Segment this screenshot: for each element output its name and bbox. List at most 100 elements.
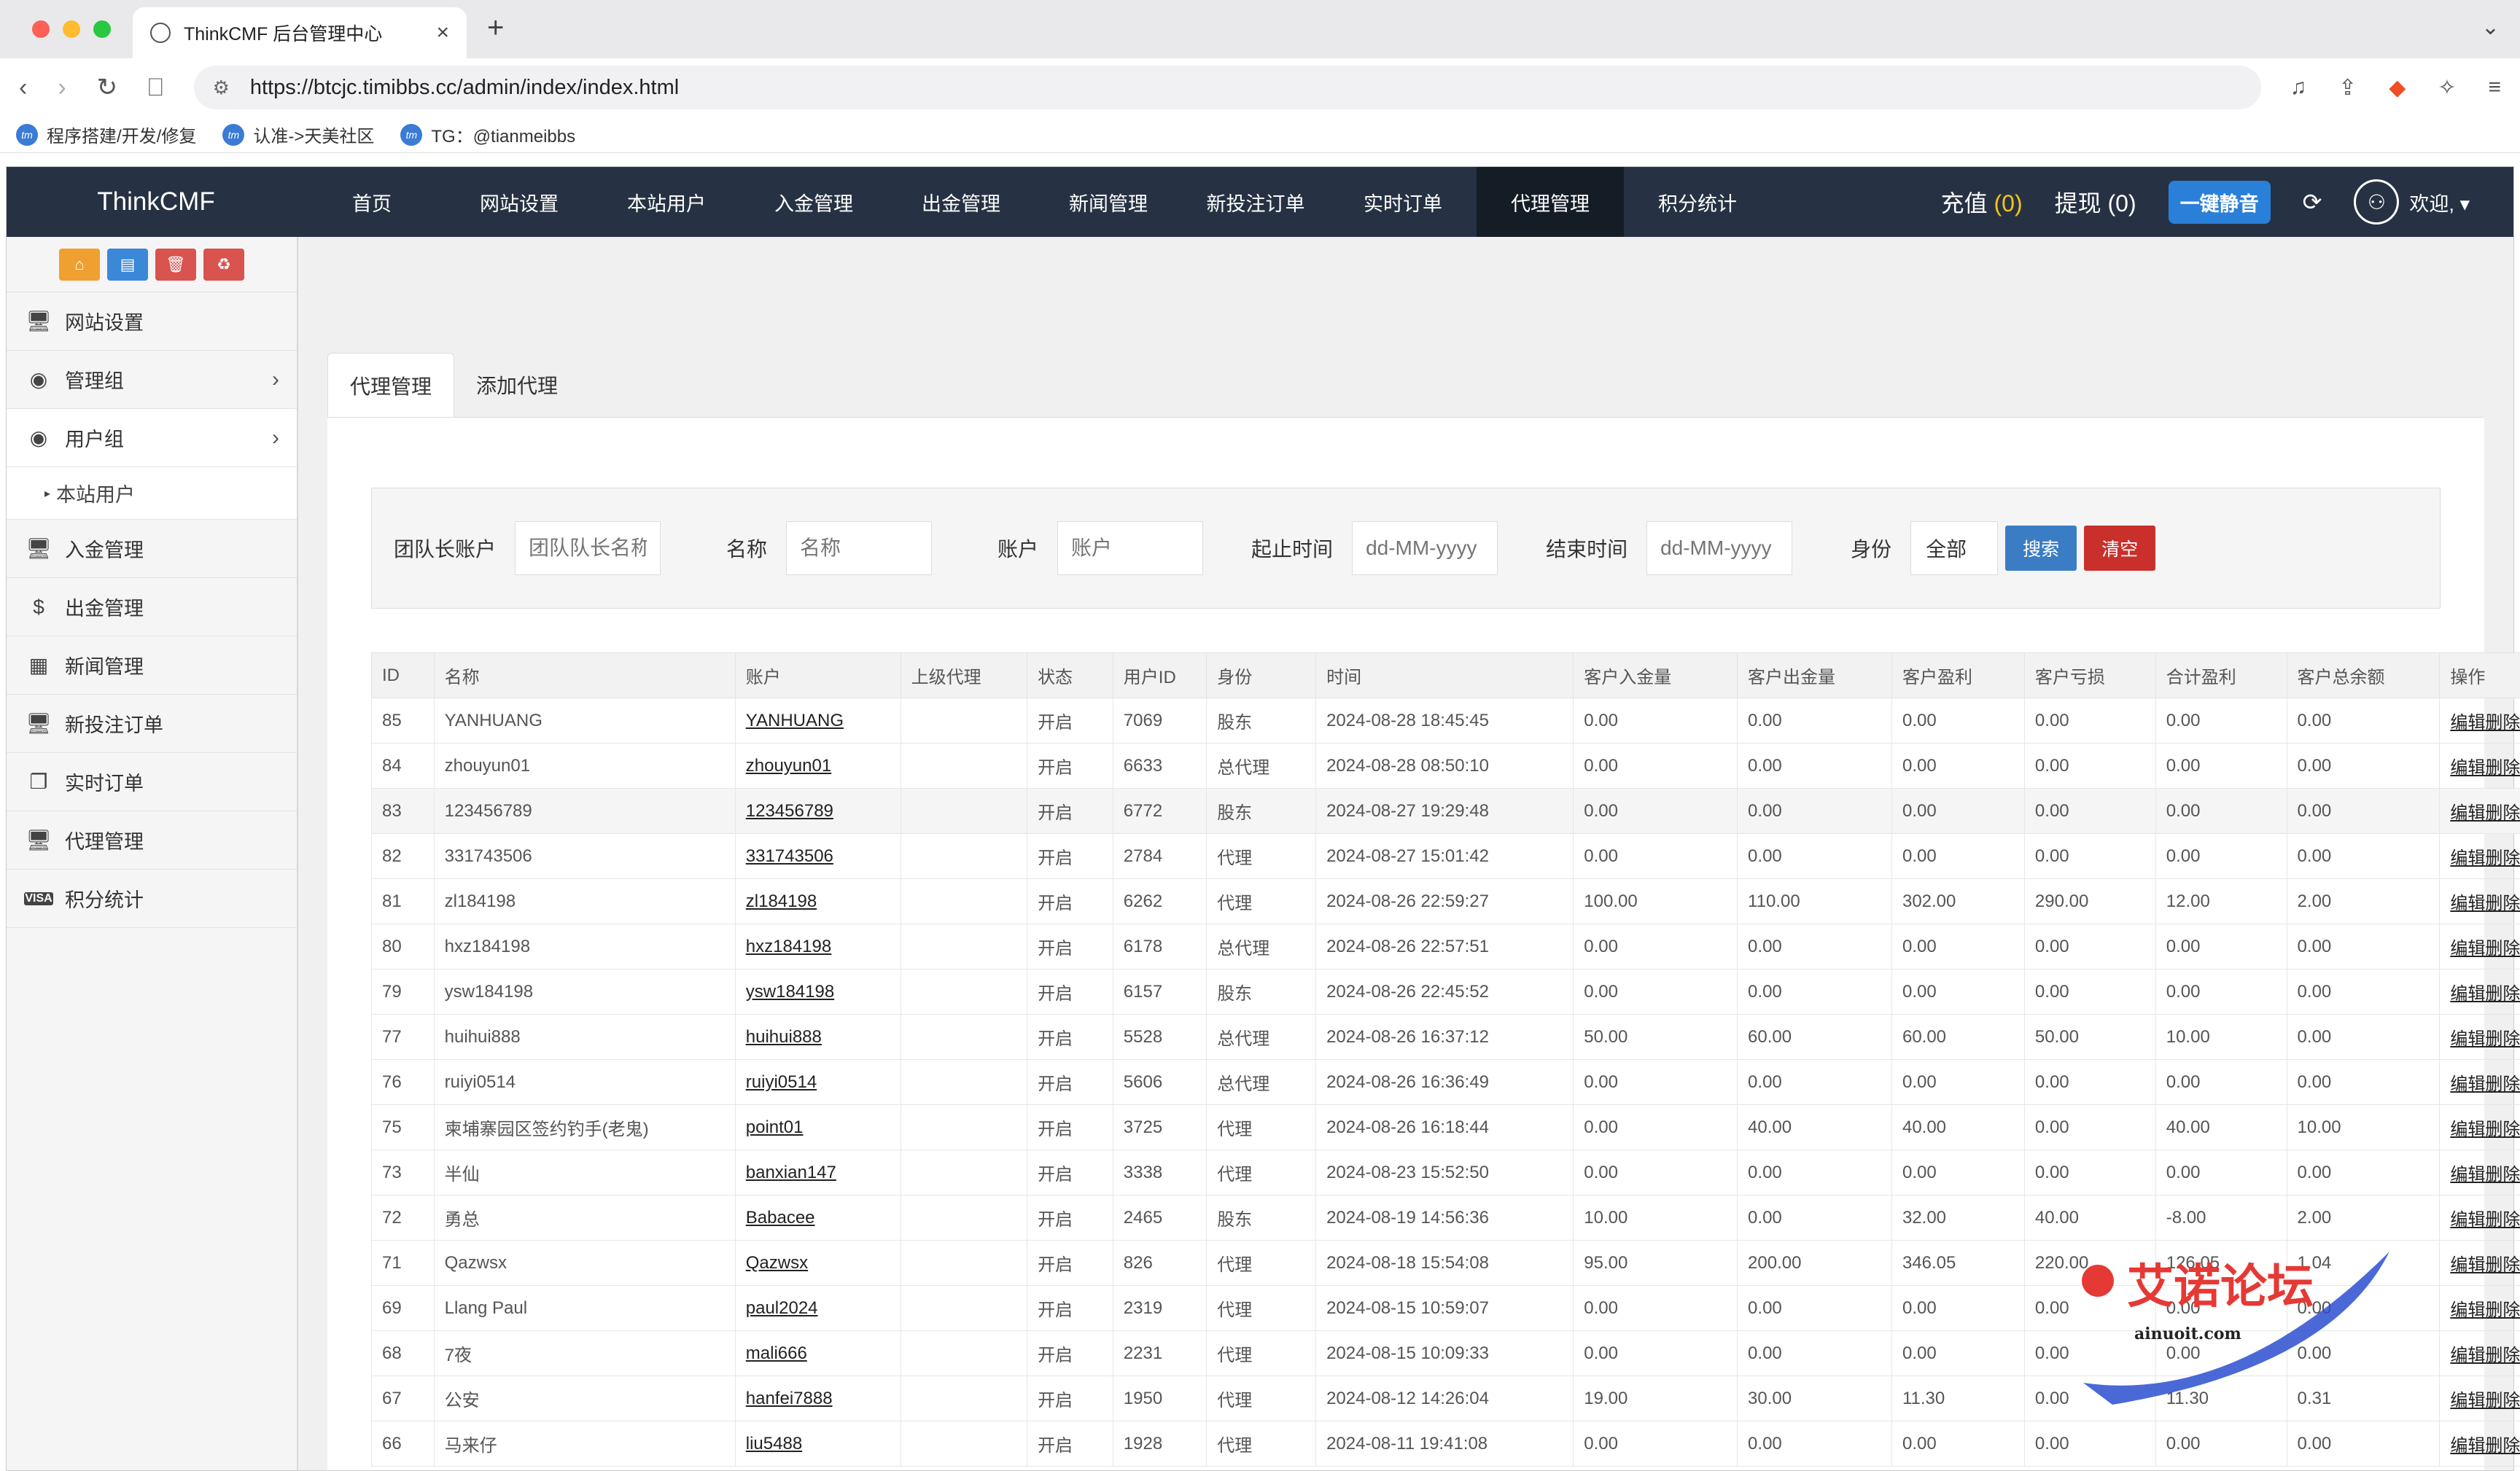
account-link[interactable]: zhouyun01 — [746, 756, 831, 776]
table-row[interactable]: 85 YANHUANG YANHUANG 开启 7069 股东 2024-08-28 18:… — [371, 698, 2520, 744]
table-row[interactable]: 83 123456789 123456789 开启 6772 股东 2024-08-27 1… — [371, 788, 2520, 834]
delete-link[interactable]: 删除 — [2485, 1165, 2520, 1185]
media-icon[interactable]: ♫ — [2290, 75, 2307, 101]
back-icon[interactable]: ‹ — [19, 74, 27, 102]
document-icon[interactable]: ▤ — [107, 248, 148, 281]
new-tab-icon[interactable]: + — [487, 12, 504, 44]
delete-link[interactable]: 删除 — [2485, 1346, 2520, 1365]
nav-item-withdraw[interactable]: 出金管理 — [887, 167, 1035, 237]
clear-button[interactable]: 清空 — [2084, 526, 2156, 571]
brave-shield-icon[interactable]: ◆ — [2389, 75, 2406, 101]
end-date-input[interactable] — [1646, 521, 1793, 575]
table-row[interactable]: 66 马来仔 liu5488 开启 1928 代理 2024-08-11 19:41:08 0… — [371, 1421, 2520, 1467]
account-link[interactable]: ysw184198 — [746, 982, 834, 1002]
edit-link[interactable]: 编辑 — [2450, 1436, 2485, 1456]
nav-item-deposit[interactable]: 入金管理 — [740, 167, 887, 237]
minimize-window-button[interactable] — [63, 20, 80, 38]
sidebar-item-user-group[interactable]: ◉ 用户组 › — [7, 409, 297, 467]
sidebar-item-live-orders[interactable]: ❐ 实时订单 — [7, 753, 297, 811]
close-window-button[interactable] — [32, 20, 50, 38]
avatar[interactable]: ⚇ — [2354, 179, 2400, 225]
home-icon[interactable]: ⌂ — [59, 248, 100, 281]
delete-link[interactable]: 删除 — [2485, 939, 2520, 959]
nav-item-users[interactable]: 本站用户 — [593, 167, 740, 237]
site-settings-icon[interactable]: ⚙ — [213, 77, 230, 99]
account-link[interactable]: 123456789 — [746, 801, 833, 821]
edit-link[interactable]: 编辑 — [2450, 939, 2485, 959]
delete-link[interactable]: 删除 — [2485, 1029, 2520, 1049]
table-row[interactable]: 84 zhouyun01 zhouyun01 开启 6633 总代理 2024-08-28 … — [371, 743, 2520, 789]
chevron-down-icon[interactable]: ⌄ — [2481, 15, 2500, 40]
delete-link[interactable]: 删除 — [2485, 1210, 2520, 1230]
account-link[interactable]: liu5488 — [746, 1434, 802, 1454]
delete-link[interactable]: 删除 — [2485, 1255, 2520, 1275]
account-link[interactable]: Qazwsx — [746, 1253, 808, 1273]
sidebar-item-deposit[interactable]: 🖥 入金管理 — [7, 520, 297, 578]
delete-link[interactable]: 删除 — [2485, 713, 2520, 733]
sidebar-item-admin-group[interactable]: ◉ 管理组 › — [7, 351, 297, 409]
withdraw-link[interactable]: 提现 (0) — [2055, 185, 2136, 219]
role-select[interactable]: 全部 — [1910, 521, 1999, 575]
start-date-input[interactable] — [1352, 521, 1498, 575]
edit-link[interactable]: 编辑 — [2450, 758, 2485, 778]
nav-item-home[interactable]: 首页 — [298, 167, 446, 237]
delete-link[interactable]: 删除 — [2485, 894, 2520, 913]
reload-icon[interactable]: ↻ — [97, 73, 118, 102]
delete-link[interactable]: 删除 — [2485, 803, 2520, 823]
sidebar-item-withdraw[interactable]: $ 出金管理 — [7, 578, 297, 636]
delete-link[interactable]: 删除 — [2485, 758, 2520, 778]
delete-link[interactable]: 删除 — [2485, 984, 2520, 1004]
edit-link[interactable]: 编辑 — [2450, 1391, 2485, 1410]
account-link[interactable]: YANHUANG — [746, 711, 844, 730]
account-link[interactable]: hanfei7888 — [746, 1389, 833, 1408]
recharge-link[interactable]: 充值 (0) — [1941, 185, 2023, 219]
nav-item-agents[interactable]: 代理管理 — [1477, 167, 1624, 237]
table-row[interactable]: 76 ruiyi0514 ruiyi0514 开启 5606 总代理 2024-08-26 … — [371, 1059, 2520, 1105]
mute-button[interactable]: 一键静音 — [2168, 180, 2271, 224]
account-link[interactable]: mali666 — [746, 1343, 807, 1363]
table-row[interactable]: 79 ysw184198 ysw184198 开启 6157 股东 2024-08-26 2… — [371, 969, 2520, 1015]
delete-link[interactable]: 删除 — [2485, 1074, 2520, 1094]
search-button[interactable]: 搜索 — [2005, 526, 2077, 571]
refresh-icon[interactable]: ⟳ — [2303, 188, 2322, 216]
sidebar-item-site-settings[interactable]: 🖥 网站设置 — [7, 292, 297, 351]
edit-link[interactable]: 编辑 — [2450, 1074, 2485, 1094]
team-input[interactable] — [515, 521, 661, 575]
close-tab-icon[interactable]: × — [436, 20, 449, 45]
account-link[interactable]: huihui888 — [746, 1027, 822, 1047]
table-row[interactable]: 72 勇总 Babacee 开启 2465 股东 2024-08-19 14:56:36 10… — [371, 1195, 2520, 1241]
edit-link[interactable]: 编辑 — [2450, 984, 2485, 1004]
edit-link[interactable]: 编辑 — [2450, 803, 2485, 823]
account-link[interactable]: zl184198 — [746, 891, 817, 911]
account-link[interactable]: ruiyi0514 — [746, 1072, 817, 1092]
bookmark-item[interactable]: tm 程序搭建/开发/修复 — [16, 122, 196, 147]
table-row[interactable]: 77 huihui888 huihui888 开启 5528 总代理 2024-08-26 … — [371, 1014, 2520, 1060]
trash-icon[interactable]: 🗑 — [155, 248, 196, 281]
edit-link[interactable]: 编辑 — [2450, 848, 2485, 868]
nav-item-points[interactable]: 积分统计 — [1624, 167, 1771, 237]
account-link[interactable]: hxz184198 — [746, 937, 831, 956]
sidebar-item-new-bets[interactable]: 🖥 新投注订单 — [7, 695, 297, 753]
edit-link[interactable]: 编辑 — [2450, 713, 2485, 733]
bookmark-item[interactable]: tm 认准->天美社区 — [222, 122, 374, 147]
delete-link[interactable]: 删除 — [2485, 848, 2520, 868]
account-input[interactable] — [1057, 521, 1204, 575]
menu-icon[interactable]: ≡ — [2488, 75, 2501, 101]
sidebar-item-points[interactable]: VISA 积分统计 — [7, 870, 297, 928]
nav-item-live-orders[interactable]: 实时订单 — [1329, 167, 1477, 237]
brand-logo[interactable]: ThinkCMF — [7, 187, 298, 216]
sidebar-item-agents[interactable]: 🖥 代理管理 — [7, 811, 297, 870]
tab-agent-management[interactable]: 代理管理 — [327, 353, 455, 417]
account-link[interactable]: 331743506 — [746, 846, 833, 866]
table-row[interactable]: 81 zl184198 zl184198 开启 6262 代理 2024-08-26 22:… — [371, 878, 2520, 924]
nav-item-new-bets[interactable]: 新投注订单 — [1182, 167, 1329, 237]
delete-link[interactable]: 删除 — [2485, 1300, 2520, 1320]
table-row[interactable]: 75 柬埔寨园区签约钓手(老鬼) point01 开启 3725 代理 2024-08-26… — [371, 1104, 2520, 1150]
bookmark-icon[interactable]: ⎕ — [148, 74, 163, 102]
account-link[interactable]: point01 — [746, 1117, 804, 1137]
account-link[interactable]: Babacee — [746, 1208, 815, 1228]
edit-link[interactable]: 编辑 — [2450, 1210, 2485, 1230]
name-input[interactable] — [786, 521, 933, 575]
maximize-window-button[interactable] — [93, 20, 111, 38]
nav-item-site-settings[interactable]: 网站设置 — [446, 167, 593, 237]
